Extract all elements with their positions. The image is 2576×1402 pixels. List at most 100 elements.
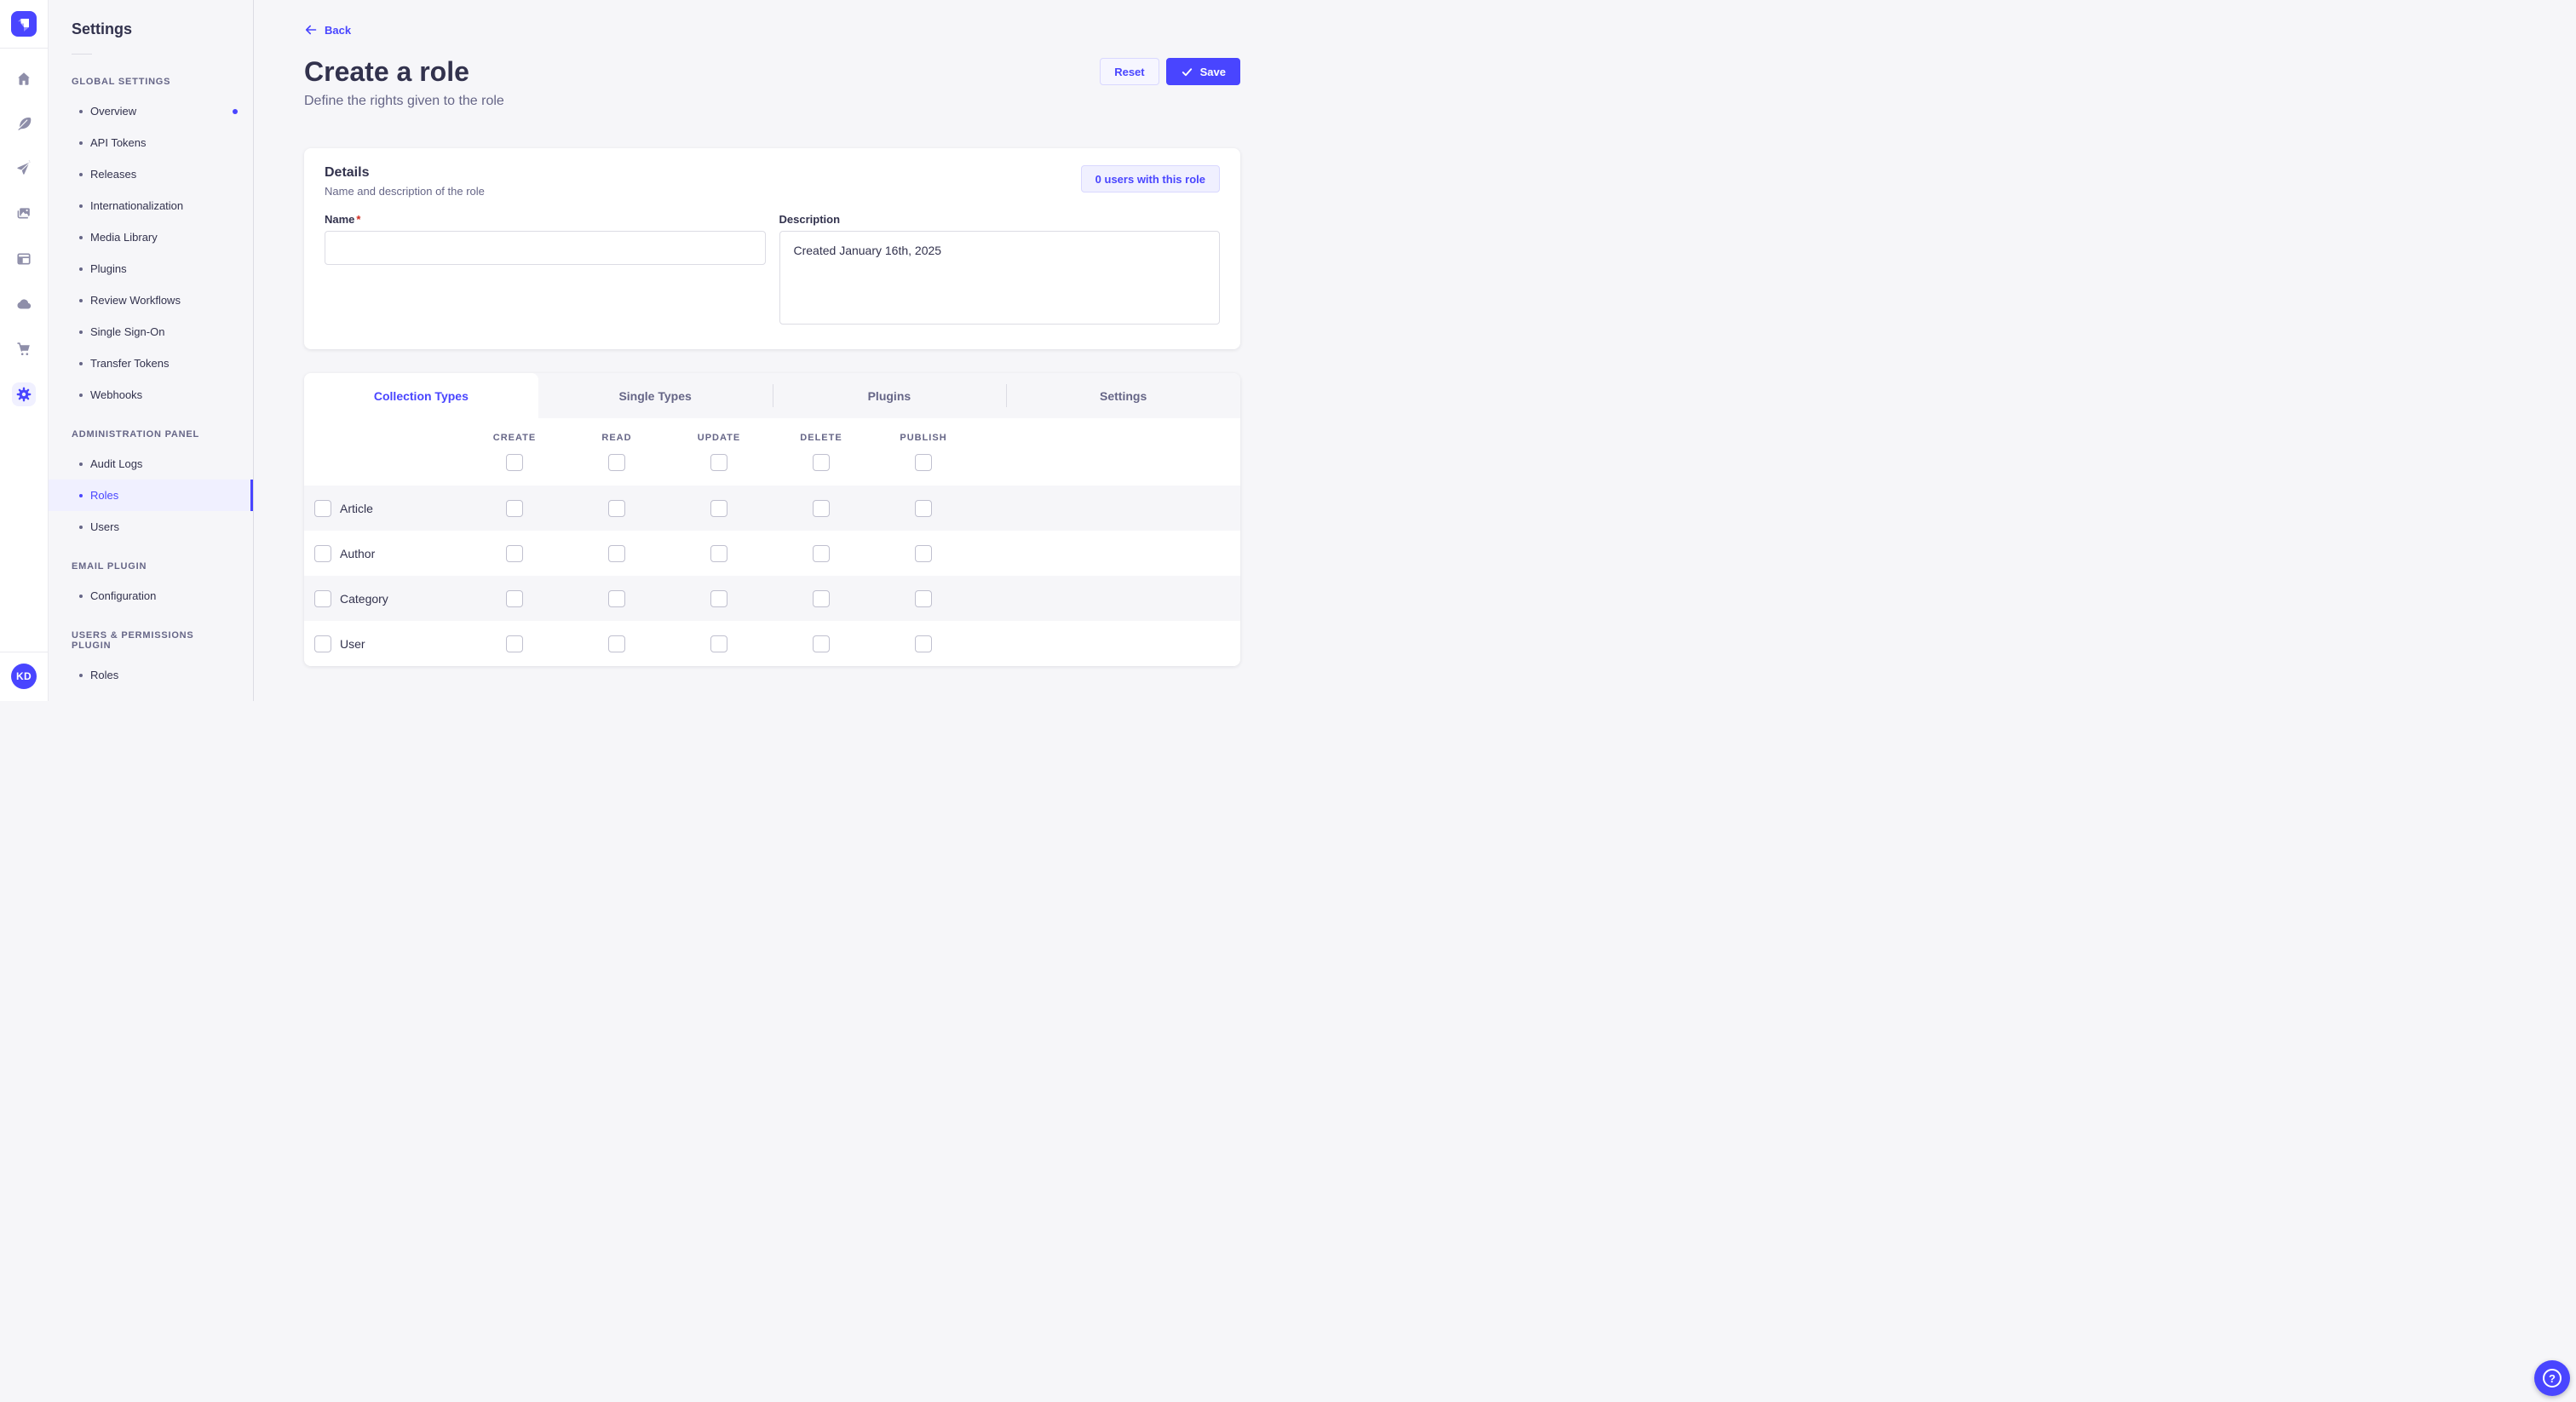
column-header-update: Update <box>698 433 740 443</box>
home-icon[interactable] <box>12 66 36 90</box>
sidebar-item-configuration[interactable]: Configuration <box>49 580 253 612</box>
paper-plane-icon[interactable] <box>12 157 36 181</box>
permissions-tabs: Collection TypesSingle TypesPluginsSetti… <box>304 373 1240 418</box>
user-delete-checkbox[interactable] <box>813 635 830 652</box>
select-all-create-checkbox[interactable] <box>506 454 523 471</box>
sidebar-item-audit-logs[interactable]: Audit Logs <box>49 448 253 480</box>
user-read-checkbox[interactable] <box>608 635 625 652</box>
column-header-delete: Delete <box>800 433 842 443</box>
row-label: Author <box>340 547 375 560</box>
bullet-icon <box>79 494 83 497</box>
article-create-checkbox[interactable] <box>506 500 523 517</box>
cloud-icon[interactable] <box>12 292 36 316</box>
user-update-checkbox[interactable] <box>710 635 727 652</box>
select-all-publish-checkbox[interactable] <box>915 454 932 471</box>
sidebar-item-single-sign-on[interactable]: Single Sign-On <box>49 316 253 348</box>
bullet-icon <box>79 674 83 677</box>
sidebar-section-administration-panel: ADMINISTRATION PANEL <box>49 411 253 448</box>
reset-button[interactable]: Reset <box>1100 58 1159 85</box>
article-publish-checkbox[interactable] <box>915 500 932 517</box>
author-row-checkbox[interactable] <box>314 545 331 562</box>
description-field-group: Description <box>779 213 1221 329</box>
category-create-checkbox[interactable] <box>506 590 523 607</box>
sidebar-item-transfer-tokens[interactable]: Transfer Tokens <box>49 348 253 379</box>
page-subtitle: Define the rights given to the role <box>304 94 504 109</box>
users-with-role-button[interactable]: 0 users with this role <box>1081 165 1220 192</box>
author-delete-checkbox[interactable] <box>813 545 830 562</box>
bullet-icon <box>79 141 83 145</box>
sidebar-title: Settings <box>72 20 233 38</box>
layout-icon[interactable] <box>12 247 36 271</box>
sidebar-item-review-workflows[interactable]: Review Workflows <box>49 284 253 316</box>
bullet-icon <box>79 110 83 113</box>
main-nav-rail: KD <box>0 0 49 701</box>
save-button[interactable]: Save <box>1166 58 1240 85</box>
select-all-delete-checkbox[interactable] <box>813 454 830 471</box>
description-textarea[interactable] <box>779 231 1221 325</box>
back-link[interactable]: Back <box>304 23 351 37</box>
settings-sidebar: Settings GLOBAL SETTINGSOverviewAPI Toke… <box>49 0 254 701</box>
sidebar-item-label: Transfer Tokens <box>90 357 170 370</box>
select-all-read-checkbox[interactable] <box>608 454 625 471</box>
category-delete-checkbox[interactable] <box>813 590 830 607</box>
gear-icon[interactable] <box>12 382 36 406</box>
tab-plugins[interactable]: Plugins <box>773 373 1007 418</box>
article-read-checkbox[interactable] <box>608 500 625 517</box>
feather-icon[interactable] <box>12 112 36 135</box>
tab-settings[interactable]: Settings <box>1006 373 1240 418</box>
sidebar-item-users[interactable]: Users <box>49 511 253 543</box>
sidebar-item-roles[interactable]: Roles <box>49 659 253 691</box>
sidebar-item-label: Releases <box>90 168 136 181</box>
strapi-logo[interactable] <box>11 11 37 37</box>
category-read-checkbox[interactable] <box>608 590 625 607</box>
category-update-checkbox[interactable] <box>710 590 727 607</box>
column-header-publish: Publish <box>900 433 946 443</box>
article-update-checkbox[interactable] <box>710 500 727 517</box>
bullet-icon <box>79 595 83 598</box>
user-publish-checkbox[interactable] <box>915 635 932 652</box>
sidebar-section-email-plugin: EMAIL PLUGIN <box>49 543 253 580</box>
category-row-checkbox[interactable] <box>314 590 331 607</box>
sidebar-item-webhooks[interactable]: Webhooks <box>49 379 253 411</box>
media-pictures-icon[interactable] <box>12 202 36 226</box>
user-row-checkbox[interactable] <box>314 635 331 652</box>
author-read-checkbox[interactable] <box>608 545 625 562</box>
sidebar-item-roles[interactable]: Roles <box>49 480 253 511</box>
article-delete-checkbox[interactable] <box>813 500 830 517</box>
page-title: Create a role <box>304 56 504 87</box>
permissions-row-article: Article <box>304 486 1240 531</box>
sidebar-item-label: Media Library <box>90 231 158 244</box>
sidebar-item-plugins[interactable]: Plugins <box>49 253 253 284</box>
sidebar-item-releases[interactable]: Releases <box>49 158 253 190</box>
author-publish-checkbox[interactable] <box>915 545 932 562</box>
select-all-update-checkbox[interactable] <box>710 454 727 471</box>
cart-icon[interactable] <box>12 337 36 361</box>
permissions-rows: ArticleAuthorCategoryUser <box>304 486 1240 666</box>
help-button[interactable]: ? <box>2534 1360 2570 1396</box>
tab-collection-types[interactable]: Collection Types <box>304 373 538 418</box>
tab-single-types[interactable]: Single Types <box>538 373 773 418</box>
sidebar-item-overview[interactable]: Overview <box>49 95 253 127</box>
help-icon: ? <box>2543 1369 2562 1388</box>
sidebar-item-label: Users <box>90 520 119 533</box>
sidebar-item-api-tokens[interactable]: API Tokens <box>49 127 253 158</box>
name-input[interactable] <box>325 231 766 265</box>
sidebar-item-providers[interactable]: Providers <box>49 691 253 701</box>
row-label: Article <box>340 502 373 515</box>
details-subtitle: Name and description of the role <box>325 185 485 198</box>
notification-dot-icon <box>233 109 238 114</box>
article-row-checkbox[interactable] <box>314 500 331 517</box>
check-icon <box>1181 66 1193 78</box>
sidebar-section-global-settings: GLOBAL SETTINGS <box>49 58 253 95</box>
rail-profile-area: KD <box>0 652 48 701</box>
user-create-checkbox[interactable] <box>506 635 523 652</box>
sidebar-item-media-library[interactable]: Media Library <box>49 221 253 253</box>
sidebar-item-internationalization[interactable]: Internationalization <box>49 190 253 221</box>
user-avatar[interactable]: KD <box>11 664 37 689</box>
column-header-read: Read <box>601 433 631 443</box>
author-create-checkbox[interactable] <box>506 545 523 562</box>
bullet-icon <box>79 463 83 466</box>
category-publish-checkbox[interactable] <box>915 590 932 607</box>
name-field-group: Name* <box>325 213 766 265</box>
author-update-checkbox[interactable] <box>710 545 727 562</box>
